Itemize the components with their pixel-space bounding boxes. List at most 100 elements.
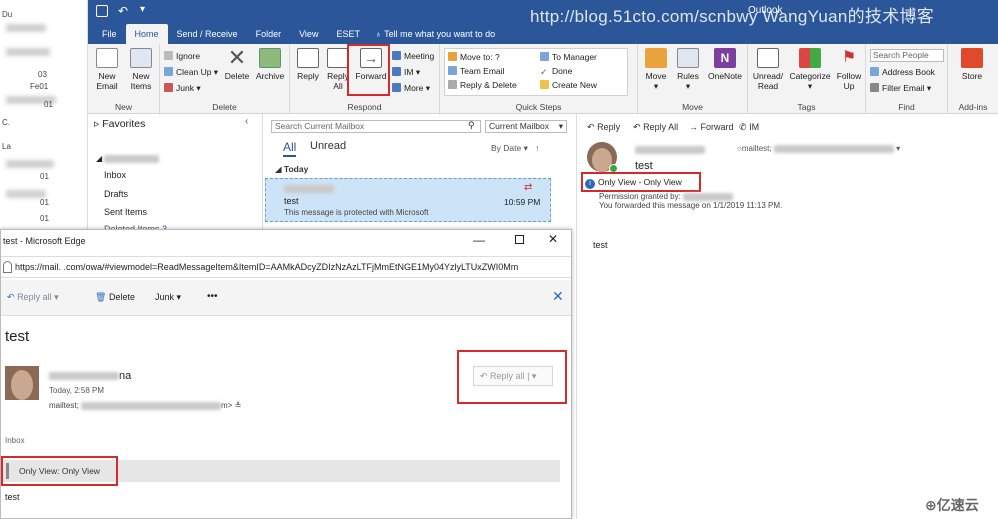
folder-sent-items[interactable]: Sent Items <box>104 207 147 217</box>
tab-send-receive[interactable]: Send / Receive <box>168 24 247 44</box>
edge-titlebar: test - Microsoft Edge — ✕ <box>1 230 571 254</box>
url-text[interactable]: https://mail. .com/owa/#viewmodel=ReadMe… <box>15 262 518 272</box>
categorize-button[interactable]: Categorize ▾ <box>788 48 832 91</box>
search-mailbox-input[interactable]: Search Current Mailbox <box>271 120 481 133</box>
forward-icon: → <box>689 122 698 132</box>
minimize-icon[interactable]: — <box>473 233 485 247</box>
undo-icon[interactable]: ↶ <box>118 4 128 18</box>
owa-delete-button[interactable]: 🗑 Delete <box>95 292 135 303</box>
tab-file[interactable]: File <box>88 24 126 44</box>
reading-im-button[interactable]: ✆ IM <box>739 122 759 133</box>
new-items-button[interactable]: New Items <box>124 48 158 91</box>
address-book-button[interactable]: Address Book <box>870 66 935 79</box>
owa-close-icon[interactable]: ✕ <box>552 288 564 305</box>
quick-step-create-new[interactable]: Create New <box>540 79 597 92</box>
qat-dropdown-icon[interactable]: ▾ <box>140 4 145 15</box>
new-email-button[interactable]: New Email <box>92 48 122 91</box>
delete-button[interactable]: ✕ Delete <box>222 45 252 82</box>
owa-more-button[interactable]: ••• <box>207 291 218 302</box>
tab-unread[interactable]: Unread <box>310 140 346 152</box>
message-item-selected[interactable]: test This message is protected with Micr… <box>265 178 551 222</box>
strip-text: C. <box>2 118 10 127</box>
collapse-pane-icon[interactable]: ‹ <box>245 116 248 127</box>
forwarded-icon: ⇄ <box>524 182 533 193</box>
quick-step-team-email[interactable]: Team Email <box>448 65 504 78</box>
quick-step-reply-delete[interactable]: Reply & Delete <box>448 79 517 92</box>
strip-text: Du <box>2 10 13 19</box>
folder-inbox[interactable]: Inbox <box>104 170 126 180</box>
onenote-button[interactable]: N OneNote <box>706 48 744 81</box>
ignore-button[interactable]: Ignore <box>164 50 200 63</box>
onenote-icon: N <box>714 48 736 68</box>
move-button[interactable]: Move ▾ <box>642 48 670 91</box>
sort-by-date[interactable]: By Date ▾ ↑ <box>491 143 539 154</box>
unread-read-icon <box>757 48 779 68</box>
highlight-forward-box <box>347 44 390 96</box>
clean-up-button[interactable]: Clean Up ▾ <box>164 66 218 79</box>
owa-recipients: mailtest; m> ≚ <box>49 401 242 410</box>
archive-button[interactable]: Archive <box>252 48 288 81</box>
tab-all[interactable]: All <box>283 140 297 157</box>
delete-x-icon: ✕ <box>227 45 247 70</box>
tell-me-text: Tell me what you want to do <box>384 29 496 39</box>
search-icon[interactable]: ⚲ <box>468 120 475 131</box>
tab-eset[interactable]: ESET <box>327 24 369 44</box>
blurred-text <box>6 160 54 168</box>
group-quick-steps: Move to: ? Team Email Reply & Delete To … <box>440 44 638 114</box>
strip-text: 01 <box>40 214 49 223</box>
group-label: Quick Steps <box>515 102 562 112</box>
reply-button[interactable]: Reply <box>294 48 322 81</box>
address-bar[interactable]: https://mail. .com/owa/#viewmodel=ReadMe… <box>1 256 571 278</box>
categorize-icon <box>799 48 821 68</box>
tab-home[interactable]: Home <box>125 24 168 44</box>
quick-step-move-to[interactable]: Move to: ? <box>448 51 500 64</box>
sender-redacted <box>635 144 705 154</box>
close-icon[interactable]: ✕ <box>548 232 558 246</box>
junk-button[interactable]: Junk ▾ <box>164 82 201 95</box>
reading-reply-all-button[interactable]: ↶ Reply All <box>633 122 678 133</box>
reply-icon: ↶ <box>587 122 595 132</box>
owa-date: Today, 2:58 PM <box>49 386 104 395</box>
favorites-header[interactable]: ▹ Favorites <box>94 118 145 130</box>
group-header-today[interactable]: ◢ Today <box>275 164 308 175</box>
search-people-input[interactable]: Search People <box>870 49 944 62</box>
lightning-icon <box>540 80 549 89</box>
follow-up-button[interactable]: ⚑ Follow Up <box>834 48 864 91</box>
highlight-reply-all-box <box>457 350 567 404</box>
lock-icon <box>3 261 12 273</box>
filter-email-button[interactable]: Filter Email ▾ <box>870 82 931 95</box>
more-icon <box>392 83 401 92</box>
scope-dropdown[interactable]: Current Mailbox ▾ <box>485 120 567 133</box>
quick-step-to-manager[interactable]: To Manager <box>540 51 597 64</box>
reading-forward-button[interactable]: → Forward <box>689 122 734 132</box>
owa-reply-all-button[interactable]: ↶ Reply all ▾ <box>7 292 59 303</box>
tell-me-box[interactable]: ♁ Tell me what you want to do <box>369 24 504 44</box>
reading-body: test <box>593 240 608 250</box>
more-respond-button[interactable]: More ▾ <box>392 82 430 95</box>
junk-icon <box>164 83 173 92</box>
message-time: 10:59 PM <box>504 197 541 207</box>
mailbox-node[interactable]: ◢ <box>96 154 160 163</box>
watermark: http://blog.51cto.com/scnbwy WangYuan的技术… <box>530 7 935 26</box>
store-button[interactable]: Store <box>956 48 988 81</box>
rules-button[interactable]: Rules ▾ <box>674 48 702 91</box>
reading-subject: test <box>635 160 653 172</box>
tab-folder[interactable]: Folder <box>247 24 291 44</box>
maximize-icon[interactable] <box>515 235 524 244</box>
meeting-button[interactable]: Meeting <box>392 50 434 63</box>
owa-junk-button[interactable]: Junk ▾ <box>155 292 181 303</box>
reply-all-icon <box>327 48 349 68</box>
checkmark-icon: ✓ <box>540 67 548 77</box>
message-preview: This message is protected with Microsoft <box>284 208 429 217</box>
quick-step-done[interactable]: ✓ Done <box>540 65 572 78</box>
group-label: New <box>114 102 132 112</box>
edge-title: test - Microsoft Edge <box>3 236 86 246</box>
folder-drafts[interactable]: Drafts <box>104 189 128 199</box>
tab-view[interactable]: View <box>290 24 327 44</box>
unread-read-button[interactable]: Unread/ Read <box>750 48 786 91</box>
filter-icon <box>870 83 879 92</box>
im-button[interactable]: IM ▾ <box>392 66 420 79</box>
save-icon[interactable] <box>96 5 108 17</box>
reading-reply-button[interactable]: ↶ Reply <box>587 122 620 133</box>
im-icon <box>392 67 401 76</box>
